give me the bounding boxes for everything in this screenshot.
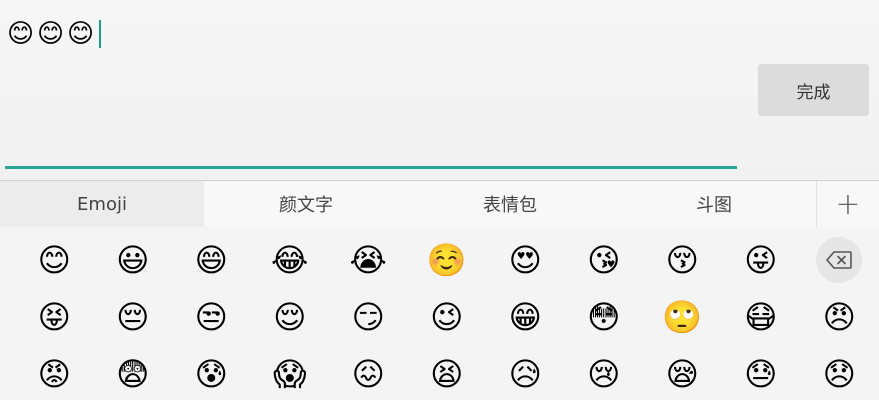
emoji-key[interactable]: 😞 (800, 345, 879, 400)
emoji-key[interactable]: 😘 (565, 231, 644, 288)
emoji-key[interactable]: 😄 (172, 231, 251, 288)
emoji-key[interactable]: 😉 (408, 288, 487, 345)
emoji-category-tabs: Emoji 颜文字 表情包 斗图 + (0, 181, 879, 227)
backspace-button[interactable] (800, 231, 879, 288)
emoji-key[interactable]: 😊 (15, 231, 94, 288)
text-input-area[interactable]: 😊 😊 😊 完成 (0, 0, 879, 180)
emoji-key[interactable]: 🙄 (643, 288, 722, 345)
emoji-key[interactable]: 😨 (94, 345, 173, 400)
emoji-key[interactable]: 😡 (15, 345, 94, 400)
emoji-key[interactable]: 😖 (329, 345, 408, 400)
emoji-key[interactable]: 😥 (486, 345, 565, 400)
backspace-icon (816, 236, 863, 283)
emoji-key[interactable]: 😁 (486, 288, 565, 345)
emoji-key[interactable]: 😔 (94, 288, 173, 345)
emoji-key[interactable]: 😜 (722, 231, 801, 288)
tab-kaomoji[interactable]: 颜文字 (204, 181, 408, 227)
text-cursor (99, 20, 101, 48)
typed-emoji: 😊 (37, 19, 65, 49)
input-underline (5, 166, 737, 169)
emoji-key[interactable]: 😷 (722, 288, 801, 345)
typed-emoji: 😊 (67, 19, 95, 49)
emoji-grid: 😊 😃 😄 😂 😭 ☺️ 😍 😘 😚 😜 😝 😔 😒 😌 😏 😉 😁 😳 🙄 😷… (15, 231, 879, 400)
emoji-key[interactable]: 😂 (251, 231, 330, 288)
emoji-key[interactable]: 😚 (643, 231, 722, 288)
emoji-key[interactable]: 😫 (408, 345, 487, 400)
emoji-key[interactable]: 😢 (565, 345, 644, 400)
emoji-key[interactable]: 😰 (172, 345, 251, 400)
emoji-key[interactable]: 😳 (565, 288, 644, 345)
tab-sticker-pack[interactable]: 表情包 (408, 181, 612, 227)
emoji-key[interactable]: 😃 (94, 231, 173, 288)
emoji-key[interactable]: 😌 (251, 288, 330, 345)
emoji-key[interactable]: ☺️ (408, 231, 487, 288)
emoji-key[interactable]: 😠 (800, 288, 879, 345)
done-button[interactable]: 完成 (758, 64, 869, 116)
typed-emoji: 😊 (7, 19, 35, 49)
typed-content: 😊 😊 😊 (7, 20, 101, 48)
emoji-key[interactable]: 😝 (15, 288, 94, 345)
emoji-key[interactable]: 😓 (722, 345, 801, 400)
emoji-key[interactable]: 😱 (251, 345, 330, 400)
emoji-key[interactable]: 😭 (329, 231, 408, 288)
emoji-key[interactable]: 😏 (329, 288, 408, 345)
tab-doutu[interactable]: 斗图 (612, 181, 816, 227)
emoji-key[interactable]: 😒 (172, 288, 251, 345)
tab-emoji[interactable]: Emoji (0, 181, 204, 227)
add-tab-button[interactable]: + (816, 181, 879, 227)
emoji-key[interactable]: 😪 (643, 345, 722, 400)
emoji-key[interactable]: 😍 (486, 231, 565, 288)
